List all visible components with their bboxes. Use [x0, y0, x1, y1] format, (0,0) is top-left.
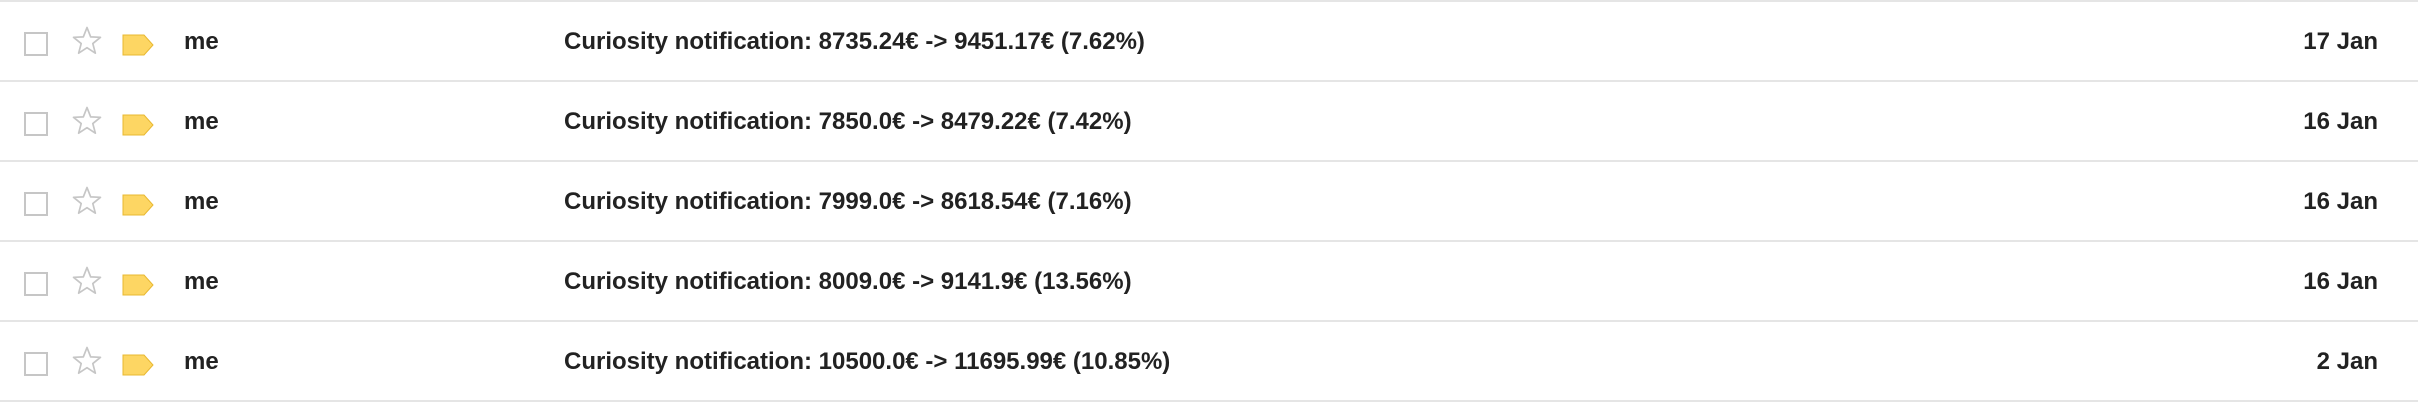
label-tag-icon[interactable]: [122, 274, 154, 296]
message-date: 16 Jan: [2303, 108, 2378, 135]
subject-line: Curiosity notification: 10500.0€ -> 1169…: [564, 348, 1171, 375]
message-row[interactable]: me Curiosity notification: 10500.0€ -> 1…: [0, 322, 2418, 402]
message-date: 2 Jan: [2316, 348, 2378, 375]
sender-name: me: [184, 28, 219, 55]
message-row[interactable]: me Curiosity notification: 7850.0€ -> 84…: [0, 82, 2418, 162]
star-icon[interactable]: [70, 184, 104, 218]
checkbox-icon[interactable]: [24, 112, 48, 136]
message-date: 17 Jan: [2303, 28, 2378, 55]
checkbox-icon[interactable]: [24, 192, 48, 216]
star-icon[interactable]: [70, 24, 104, 58]
checkbox-icon[interactable]: [24, 352, 48, 376]
checkbox-icon[interactable]: [24, 32, 48, 56]
subject-line: Curiosity notification: 8735.24€ -> 9451…: [564, 28, 1145, 55]
label-tag-icon[interactable]: [122, 194, 154, 216]
star-icon[interactable]: [70, 104, 104, 138]
message-row[interactable]: me Curiosity notification: 8735.24€ -> 9…: [0, 2, 2418, 82]
label-tag-icon[interactable]: [122, 34, 154, 56]
star-icon[interactable]: [70, 264, 104, 298]
sender-name: me: [184, 268, 219, 295]
message-row[interactable]: me Curiosity notification: 8009.0€ -> 91…: [0, 242, 2418, 322]
checkbox-icon[interactable]: [24, 272, 48, 296]
star-icon[interactable]: [70, 344, 104, 378]
sender-name: me: [184, 348, 219, 375]
message-date: 16 Jan: [2303, 268, 2378, 295]
subject-line: Curiosity notification: 7999.0€ -> 8618.…: [564, 188, 1132, 215]
sender-name: me: [184, 188, 219, 215]
message-list: me Curiosity notification: 8735.24€ -> 9…: [0, 0, 2418, 404]
sender-name: me: [184, 108, 219, 135]
message-date: 16 Jan: [2303, 188, 2378, 215]
message-row[interactable]: me Curiosity notification: 7999.0€ -> 86…: [0, 162, 2418, 242]
label-tag-icon[interactable]: [122, 114, 154, 136]
subject-line: Curiosity notification: 7850.0€ -> 8479.…: [564, 108, 1132, 135]
label-tag-icon[interactable]: [122, 354, 154, 376]
subject-line: Curiosity notification: 8009.0€ -> 9141.…: [564, 268, 1132, 295]
